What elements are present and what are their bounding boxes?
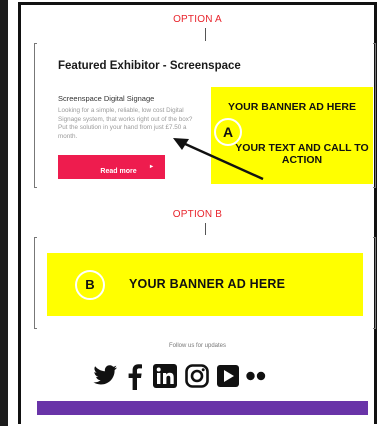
twitter-icon[interactable] (93, 364, 119, 388)
option-a-label: OPTION A (173, 14, 222, 25)
social-icons-row (93, 364, 333, 392)
left-dark-strip (0, 0, 8, 426)
footer-purple-bar (37, 401, 368, 415)
youtube-icon[interactable] (217, 364, 239, 388)
instagram-icon[interactable] (185, 364, 209, 388)
option-b-banner-text: YOUR BANNER AD HERE (129, 277, 286, 291)
pointer-arrow-icon (173, 138, 264, 181)
featured-exhibitor-subtitle: Screenspace Digital Signage (58, 94, 155, 103)
arrow-right-icon: ▸ (149, 164, 153, 170)
option-b-label: OPTION B (172, 209, 223, 220)
option-a-banner-headline: YOUR BANNER AD HERE (228, 101, 356, 113)
email-preview-frame: OPTION A Featured Exhibitor - Screenspac… (18, 2, 377, 424)
facebook-icon[interactable] (128, 364, 142, 390)
option-b-badge: B (75, 270, 105, 300)
featured-exhibitor-title: Featured Exhibitor - Screenspace (58, 60, 241, 72)
read-more-button[interactable]: Read more ▸ (58, 155, 165, 179)
flickr-icon[interactable] (245, 364, 267, 388)
follow-us-text: Follow us for updates (168, 343, 227, 349)
linkedin-icon[interactable] (153, 364, 177, 388)
read-more-label: Read more (100, 167, 137, 175)
